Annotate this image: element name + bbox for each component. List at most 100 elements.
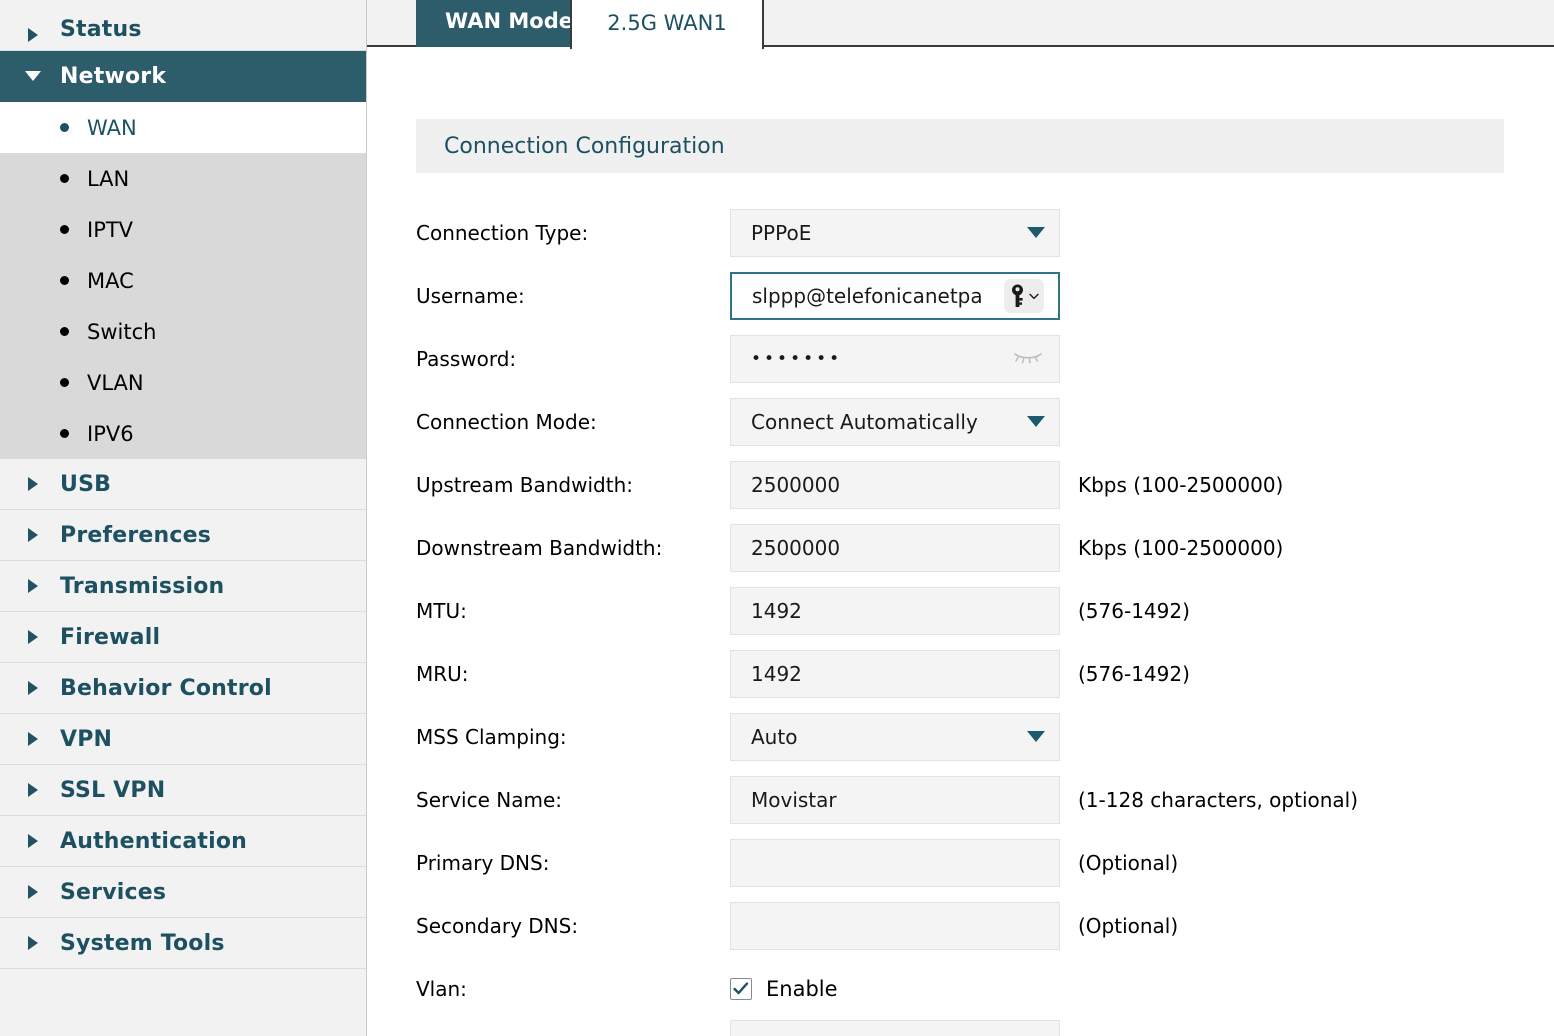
service-name-value: Movistar [751,787,837,812]
sidebar-item-usb[interactable]: USB [0,459,366,510]
router-admin-page: Status Network WAN LAN IPTV MAC Switch V… [0,0,1554,1036]
form-row-service-name: Service Name: Movistar (1-128 characters… [416,768,1554,831]
mss-clamping-label: MSS Clamping: [416,724,567,749]
sidebar-item-wan[interactable]: WAN [0,102,366,153]
check-icon [733,981,749,994]
bullet-icon [60,225,69,234]
mtu-input[interactable]: 1492 [730,586,1060,635]
connection-configuration-form: Connection Type: PPPoE Username: slppp@t… [367,201,1554,1036]
sidebar-subitem-label: IPV6 [87,421,134,446]
secondary-dns-label: Secondary DNS: [416,913,579,938]
service-name-input[interactable]: Movistar [730,775,1060,824]
service-name-label: Service Name: [416,787,563,812]
sidebar-item-status[interactable]: Status [0,0,366,51]
primary-dns-hint: (Optional) [1078,850,1179,875]
bullet-icon [60,276,69,285]
form-row-secondary-dns: Secondary DNS: (Optional) [416,894,1554,957]
sidebar-item-system-tools[interactable]: System Tools [0,918,366,969]
form-row-mtu: MTU: 1492 (576-1492) [416,579,1554,642]
sidebar-item-vpn[interactable]: VPN [0,714,366,765]
sidebar-item-ipv6[interactable]: IPV6 [0,408,366,459]
sidebar-item-mac[interactable]: MAC [0,255,366,306]
chevron-down-icon [1027,227,1045,238]
sidebar-item-label: SSL VPN [60,777,166,803]
username-input[interactable]: slppp@telefonicanetpa [730,271,1060,320]
password-input[interactable]: ••••••• [730,334,1060,383]
primary-dns-input[interactable] [730,838,1060,887]
form-row-connection-mode: Connection Mode: Connect Automatically [416,390,1554,453]
sidebar-item-label: Transmission [60,573,225,599]
downstream-bandwidth-hint: Kbps (100-2500000) [1078,535,1284,560]
sidebar-item-behavior-control[interactable]: Behavior Control [0,663,366,714]
tab-bar: WAN Mode 2.5G WAN1 [367,0,1554,49]
vlan-enable-checkbox[interactable]: Enable [730,977,838,1001]
sidebar-item-lan[interactable]: LAN [0,153,366,204]
sidebar-item-switch[interactable]: Switch [0,306,366,357]
sidebar-item-network[interactable]: Network [0,51,366,102]
downstream-bandwidth-value: 2500000 [751,535,841,560]
connection-mode-label: Connection Mode: [416,409,597,434]
upstream-bandwidth-input[interactable]: 2500000 [730,460,1060,509]
vlan-label: Vlan: [416,976,467,1001]
key-icon[interactable] [1004,278,1044,313]
sidebar-subitem-label: MAC [87,268,134,293]
mtu-label: MTU: [416,598,467,623]
sidebar-item-firewall[interactable]: Firewall [0,612,366,663]
connection-type-value: PPPoE [751,220,812,245]
mss-clamping-value: Auto [751,724,798,749]
chevron-right-icon [22,477,44,491]
sidebar-subitem-label: IPTV [87,217,134,242]
sidebar-item-services[interactable]: Services [0,867,366,918]
sidebar-subitem-label: WAN [87,115,137,140]
connection-type-select[interactable]: PPPoE [730,208,1060,257]
sidebar-item-label: Behavior Control [60,675,272,701]
sidebar-item-label: Network [60,63,167,89]
vlan-id-input-partial[interactable] [730,1020,1060,1036]
vlan-enable-label: Enable [766,976,838,1001]
bullet-icon [60,123,69,132]
chevron-right-icon [22,783,44,797]
sidebar-item-authentication[interactable]: Authentication [0,816,366,867]
chevron-right-icon [22,528,44,542]
sidebar-subitem-label: VLAN [87,370,144,395]
password-label: Password: [416,346,517,371]
connection-mode-select[interactable]: Connect Automatically [730,397,1060,446]
connection-mode-value: Connect Automatically [751,409,978,434]
tab-25g-wan1[interactable]: 2.5G WAN1 [570,0,764,49]
sidebar-navigation: Status Network WAN LAN IPTV MAC Switch V… [0,0,367,1036]
form-row-password: Password: ••••••• [416,327,1554,390]
chevron-right-icon [22,630,44,644]
chevron-right-icon [22,732,44,746]
eye-closed-icon[interactable] [1013,349,1043,369]
mtu-value: 1492 [751,598,802,623]
upstream-bandwidth-hint: Kbps (100-2500000) [1078,472,1284,497]
sidebar-item-label: Services [60,879,167,905]
sidebar-subitem-label: Switch [87,319,157,344]
sidebar-item-ssl-vpn[interactable]: SSL VPN [0,765,366,816]
form-row-mss-clamping: MSS Clamping: Auto [416,705,1554,768]
form-row-upstream-bandwidth: Upstream Bandwidth: 2500000 Kbps (100-25… [416,453,1554,516]
sidebar-item-preferences[interactable]: Preferences [0,510,366,561]
sidebar-item-label: System Tools [60,930,225,956]
chevron-right-icon [22,834,44,848]
mru-label: MRU: [416,661,469,686]
form-row-primary-dns: Primary DNS: (Optional) [416,831,1554,894]
mru-input[interactable]: 1492 [730,649,1060,698]
downstream-bandwidth-input[interactable]: 2500000 [730,523,1060,572]
chevron-right-icon [22,579,44,593]
chevron-right-icon [22,885,44,899]
chevron-down-icon [1028,293,1039,299]
sidebar-item-vlan[interactable]: VLAN [0,357,366,408]
primary-dns-label: Primary DNS: [416,850,550,875]
chevron-down-icon [22,71,44,81]
sidebar-item-transmission[interactable]: Transmission [0,561,366,612]
sidebar-item-iptv[interactable]: IPTV [0,204,366,255]
chevron-down-icon [1027,731,1045,742]
sidebar-item-label: Firewall [60,624,161,650]
form-row-vlan: Vlan: Enable [416,957,1554,1020]
page-title: Connection Configuration [444,133,725,159]
upstream-bandwidth-value: 2500000 [751,472,841,497]
secondary-dns-input[interactable] [730,901,1060,950]
form-row-connection-type: Connection Type: PPPoE [416,201,1554,264]
mss-clamping-select[interactable]: Auto [730,712,1060,761]
